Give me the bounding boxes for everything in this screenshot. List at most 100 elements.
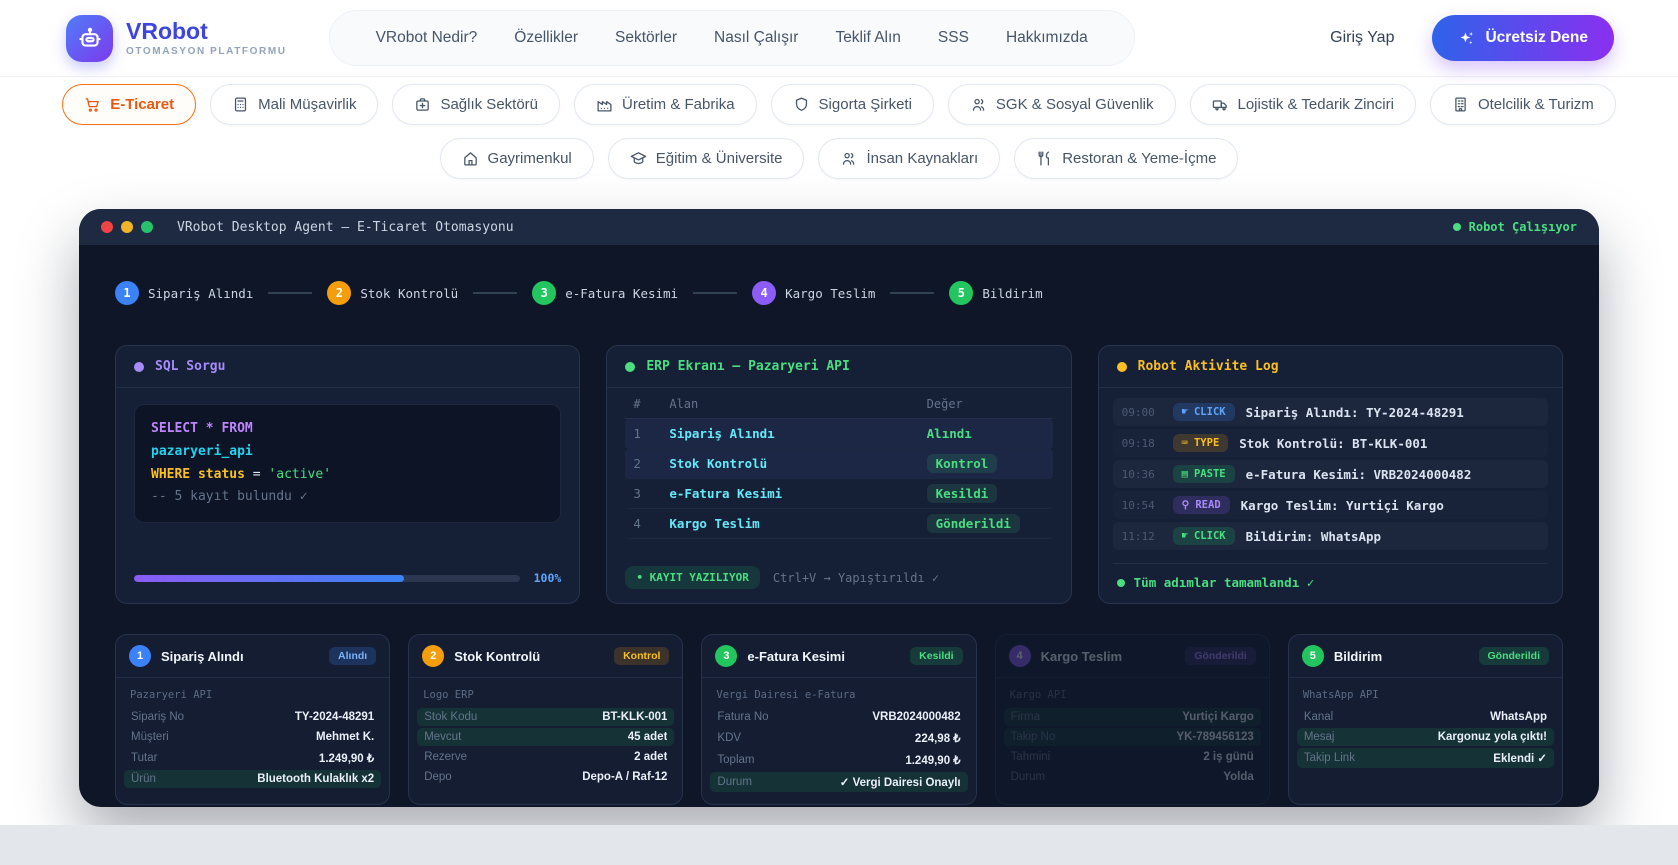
card-row: Takip No YK-789456123 (1003, 728, 1261, 746)
step-connector (693, 292, 738, 294)
step-connector (473, 292, 518, 294)
people-icon (972, 98, 985, 111)
erp-row: 1 Sipariş Alındı Alındı (625, 419, 1053, 449)
click-action-badge: ☛ CLICK (1172, 527, 1235, 545)
magnifier-icon: ⚲ (1181, 499, 1190, 511)
card-row: Stok Kodu BT-KLK-001 (417, 708, 675, 726)
sector-chip-uretim-fabrika[interactable]: Üretim & Fabrika (574, 84, 757, 125)
card-row: KDV 224,98 ₺ (717, 732, 961, 745)
nav-item-vrobot-nedir[interactable]: VRobot Nedir? (376, 29, 478, 47)
keyboard-icon: ⌨ (1181, 437, 1188, 449)
card-row: Mevcut 45 adet (417, 728, 675, 746)
sector-chip-otelcilik-turizm[interactable]: Otelcilik & Turizm (1429, 84, 1616, 125)
sector-chip-gayrimenkul[interactable]: Gayrimenkul (439, 138, 594, 179)
paste-status-text: Ctrl+V → Yapıştırıldı ✓ (772, 570, 940, 585)
purple-dot-icon (134, 361, 144, 372)
card-stok-kontrolu: 2 Stok Kontrolü Kontrol Logo ERP Stok Ko… (408, 634, 684, 805)
card-row: Takip Link Eklendi ✓ (1296, 748, 1555, 768)
card-kargo-teslim: 4 Kargo Teslim Gönderildi Kargo API Firm… (994, 634, 1270, 805)
sql-panel-title: SQL Sorgu (155, 359, 226, 374)
sql-query-panel: SQL Sorgu SELECT * FROM pazaryeri_api WH… (115, 345, 581, 604)
brand-name: VRobot (126, 17, 208, 44)
building-icon (1455, 97, 1466, 112)
top-navbar: VRobot OTOMASYON PLATFORMU VRobot Nedir?… (0, 0, 1678, 76)
minimize-traffic-light[interactable] (121, 221, 133, 233)
sector-chip-restoran-yeme-icme[interactable]: Restoran & Yeme-İçme (1014, 138, 1239, 179)
sector-chip-insan-kaynaklari[interactable]: İnsan Kaynakları (818, 138, 1001, 179)
utensils-icon (1038, 151, 1050, 166)
step-stok-kontrolu: 2 Stok Kontrolü (327, 281, 458, 305)
mouse-cursor-icon: ☛ (1181, 530, 1188, 542)
status-badge: Kesildi (910, 647, 963, 665)
card-e-fatura-kesimi: 3 e-Fatura Kesimi Kesildi Vergi Dairesi … (701, 634, 977, 805)
log-panel-title: Robot Aktivite Log (1137, 359, 1279, 374)
card-row: Sipariş No TY-2024-48291 (131, 711, 375, 723)
query-progress: 100% (134, 555, 561, 585)
nav-item-nasil-calisir[interactable]: Nasıl Çalışır (714, 29, 798, 47)
mouse-cursor-icon: ☛ (1181, 406, 1188, 418)
erp-row: 4 Kargo Teslim Gönderildi (625, 509, 1053, 539)
status-badge: Alındı (329, 647, 377, 665)
nav-item-hakkimizda[interactable]: Hakkımızda (1006, 29, 1088, 47)
next-section-band (0, 825, 1678, 865)
nav-item-sektorler[interactable]: Sektörler (615, 29, 677, 47)
sector-chip-e-ticaret[interactable]: E-Ticaret (62, 84, 197, 125)
robot-activity-log-panel: Robot Aktivite Log 09:00 ☛ CLICK Sipariş… (1097, 345, 1563, 604)
medical-case-icon (416, 98, 430, 111)
card-row: Durum ✓ Vergi Dairesi Onaylı (710, 772, 968, 792)
sparkles-icon (1460, 31, 1474, 44)
click-action-badge: ☛ CLICK (1172, 403, 1235, 421)
step-kargo-teslim: 4 Kargo Teslim (752, 281, 875, 305)
maximize-traffic-light[interactable] (141, 221, 153, 233)
close-traffic-light[interactable] (101, 221, 113, 233)
sector-chip-mali-musavirlik[interactable]: Mali Müşavirlik (210, 84, 379, 125)
status-badge: Gönderildi (1185, 647, 1256, 665)
card-row: Kanal WhatsApp (1303, 711, 1548, 723)
status-badge: Kontrol (614, 647, 670, 665)
robot-logo-icon (66, 14, 113, 62)
nav-item-sss[interactable]: SSS (938, 29, 969, 47)
sector-filter-bar: E-Ticaret Mali Müşavirlik Sağlık Sektörü… (0, 76, 1678, 191)
sector-chip-saglik-sektoru[interactable]: Sağlık Sektörü (392, 84, 561, 125)
card-source: Logo ERP (423, 689, 474, 701)
sector-chip-sigorta-sirketi[interactable]: Sigorta Şirketi (770, 84, 934, 125)
card-row: Depo Depo-A / Raf-12 (424, 771, 668, 783)
workflow-stepper: 1 Sipariş Alındı 2 Stok Kontrolü 3 e-Fat… (115, 281, 1563, 305)
paste-action-badge: ▤ PASTE (1172, 465, 1235, 483)
erp-screen-panel: ERP Ekranı — Pazaryeri API # Alan Değer … (606, 345, 1072, 604)
log-entry: 09:00 ☛ CLICK Sipariş Alındı: TY-2024-48… (1112, 398, 1548, 426)
green-dot-icon (625, 361, 636, 372)
sector-chip-lojistik-tedarik[interactable]: Lojistik & Tedarik Zinciri (1189, 84, 1416, 125)
log-entry: 10:54 ⚲ READ Kargo Teslim: Yurtiçi Kargo (1121, 496, 1444, 514)
erp-cards-scroller[interactable]: 1 Sipariş Alındı Alındı Pazaryeri API Si… (115, 634, 1564, 805)
free-trial-label: Ücretsiz Dene (1485, 29, 1588, 46)
main-nav: VRobot Nedir? Özellikler Sektörler Nasıl… (328, 10, 1135, 66)
logo[interactable]: VRobot OTOMASYON PLATFORMU (66, 14, 287, 62)
nav-item-ozellikler[interactable]: Özellikler (514, 29, 578, 47)
step-e-fatura-kesimi: 3 e-Fatura Kesimi (532, 281, 678, 305)
factory-icon (597, 101, 612, 112)
status-badge: Gönderildi (1478, 647, 1550, 665)
card-source: Pazaryeri API (130, 689, 213, 701)
sector-chip-sgk-sosyal-guvenlik[interactable]: SGK & Sosyal Güvenlik (947, 84, 1176, 125)
status-dot-icon (1452, 223, 1461, 231)
free-trial-button[interactable]: Ücretsiz Dene (1432, 15, 1614, 61)
progress-track (134, 574, 520, 582)
green-dot-icon (1116, 578, 1125, 587)
nav-item-teklif-alin[interactable]: Teklif Alın (835, 29, 900, 47)
window-titlebar: VRobot Desktop Agent — E-Ticaret Otomasy… (79, 209, 1599, 245)
log-entry: 11:12 ☛ CLICK Bildirim: WhatsApp (1112, 522, 1548, 550)
erp-panel-title: ERP Ekranı — Pazaryeri API (646, 359, 850, 374)
card-row: Rezerve 2 adet (424, 751, 668, 763)
sector-chip-egitim-universite[interactable]: Eğitim & Üniversite (607, 138, 805, 179)
login-link[interactable]: Giriş Yap (1330, 29, 1394, 47)
calculator-icon (235, 97, 247, 112)
desktop-agent-window: VRobot Desktop Agent — E-Ticaret Otomasy… (79, 209, 1599, 807)
card-siparis-alindi: 1 Sipariş Alındı Alındı Pazaryeri API Si… (115, 634, 391, 805)
type-action-badge: ⌨ TYPE (1172, 434, 1229, 452)
card-row: Mesaj Kargonuz yola çıktı! (1296, 728, 1555, 746)
step-connector (890, 292, 935, 294)
card-row: Müşteri Mehmet K. (131, 731, 375, 743)
step-siparis-alindi: 1 Sipariş Alındı (115, 281, 253, 305)
robot-status-badge: Robot Çalışıyor (1452, 220, 1577, 234)
